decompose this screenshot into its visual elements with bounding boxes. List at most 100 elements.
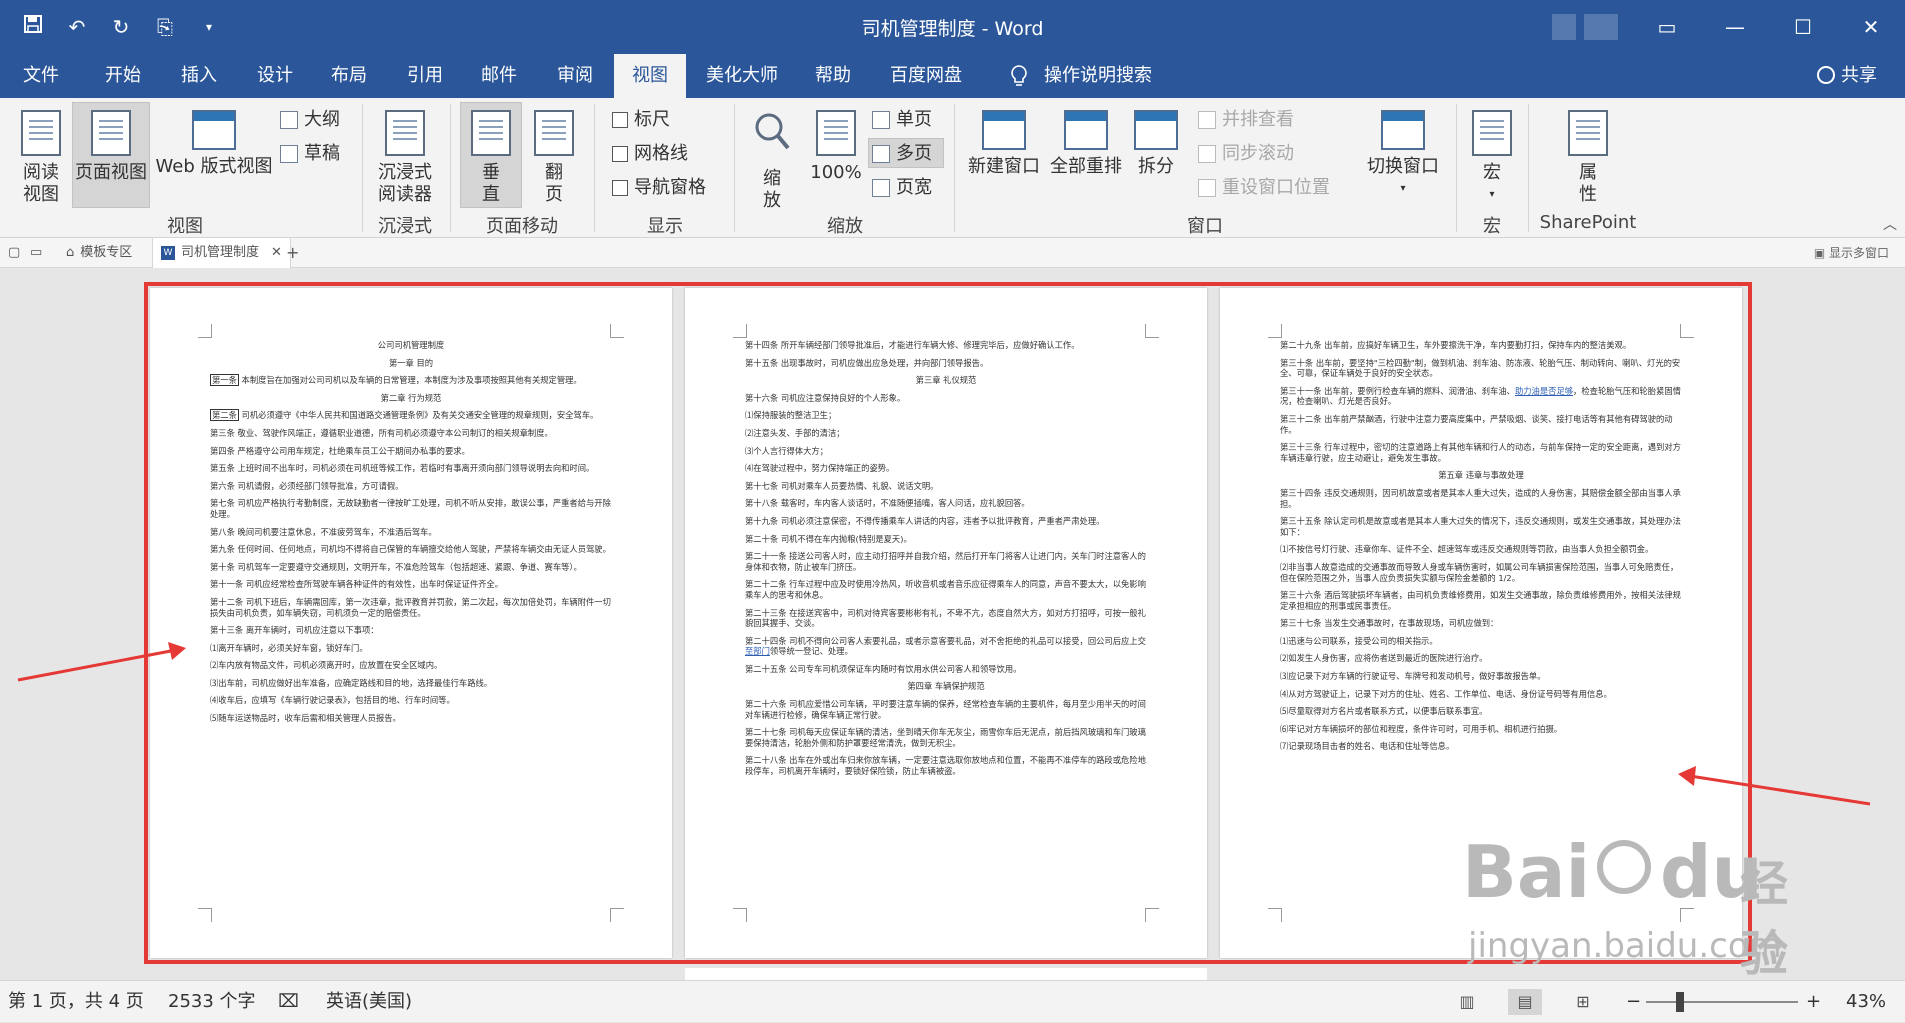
ribbon-display-options-icon[interactable]: ▭ — [1633, 0, 1701, 54]
template-zone-tab[interactable]: ⌂ 模板专区 — [66, 238, 132, 268]
gridlines-checkbox[interactable]: 网格线 — [612, 142, 688, 166]
separator — [1456, 104, 1457, 232]
page-1-text: 公司司机管理制度 第一章 目的 第一条 本制度旨在加强对公司司机以及车辆的日常管… — [210, 340, 612, 731]
one-page-icon — [872, 111, 890, 129]
account-avatar[interactable] — [1584, 14, 1618, 40]
tell-me-search[interactable]: 操作说明搜索 — [1040, 54, 1156, 98]
crop-mark — [1145, 908, 1159, 922]
side-by-side-button[interactable]: 并排查看 — [1198, 108, 1294, 132]
immersive-reader-button[interactable]: 沉浸式 阅读器 — [372, 110, 438, 206]
properties-label: 属 性 — [1579, 162, 1597, 205]
hyperlink-text[interactable]: 至部门 — [745, 646, 770, 656]
hyperlink-text[interactable]: 助力油是否足够 — [1515, 386, 1573, 396]
print-layout-button[interactable]: 页面视图 — [72, 110, 150, 184]
zoom-100-button[interactable]: 100% — [806, 110, 866, 184]
one-page-button[interactable]: 单页 — [872, 108, 932, 132]
tab-mailings[interactable]: 邮件 — [464, 54, 534, 98]
vertical-button[interactable]: 垂 直 — [460, 110, 522, 206]
collapse-ribbon-icon[interactable]: ︿ — [1883, 214, 1897, 234]
outline-button[interactable]: 大纲 — [280, 108, 340, 132]
web-layout-status-icon[interactable]: ⊞ — [1566, 989, 1600, 1015]
paragraph: 第三十七条 当发生交通事故时，在事故现场，司机应做到： — [1280, 618, 1499, 629]
reset-position-button[interactable]: 重设窗口位置 — [1198, 176, 1330, 200]
properties-button[interactable]: 属 性 — [1548, 110, 1628, 206]
tab-file[interactable]: 文件 — [12, 54, 70, 98]
ruler-checkbox[interactable]: 标尺 — [612, 108, 670, 132]
tab-view[interactable]: 视图 — [614, 54, 686, 98]
tab-baidu-netdisk[interactable]: 百度网盘 — [874, 54, 978, 98]
tab-insert[interactable]: 插入 — [164, 54, 234, 98]
account-area[interactable] — [1552, 14, 1576, 40]
zoom-button[interactable]: 缩 放 — [744, 110, 800, 212]
read-mode-status-icon[interactable]: ▥ — [1450, 989, 1484, 1015]
read-mode-button[interactable]: 阅读 视图 — [12, 110, 70, 206]
current-doc-tab[interactable]: W 司机管理制度 ✕ — [152, 238, 291, 268]
tab-help[interactable]: 帮助 — [798, 54, 868, 98]
gridlines-check-box[interactable] — [612, 146, 628, 162]
zoom-slider-track[interactable] — [1646, 1001, 1798, 1003]
paragraph: 第十八条 载客时，车内客人谈话时，不准随便插嘴，客人问话，应礼貌回答。 — [745, 498, 1030, 509]
page-indicator[interactable]: 第 1 页，共 4 页 — [8, 981, 144, 1023]
zoom-in-button[interactable]: + — [1806, 981, 1821, 1023]
tab-meihua[interactable]: 美化大师 — [694, 54, 790, 98]
ribbon-tabs: 文件 开始 插入 设计 布局 引用 邮件 审阅 视图 美化大师 帮助 百度网盘 … — [0, 54, 1905, 98]
home-icon: ⌂ — [66, 245, 75, 260]
language-indicator[interactable]: 英语(美国) — [326, 981, 412, 1023]
list-item: ⑵车内放有物品文件，司机必须离开时，应放置在安全区域内。 — [210, 660, 443, 671]
new-window-button[interactable]: 新建窗口 — [964, 110, 1044, 178]
multi-window-button[interactable]: ▣ 显示多窗口 — [1814, 238, 1889, 268]
tab-home[interactable]: 开始 — [88, 54, 158, 98]
paragraph: 第十二条 司机下班后，车辆需回库，第一次违章，批评教育并罚款，第二次起，每次加倍… — [210, 596, 611, 618]
split-button[interactable]: 拆分 — [1128, 110, 1184, 178]
proofing-icon[interactable]: ⌧ — [278, 981, 299, 1023]
separator — [954, 104, 955, 232]
close-tab-icon[interactable]: ✕ — [271, 238, 282, 268]
group-window-label: 窗口 — [1187, 216, 1223, 237]
draft-button[interactable]: 草稿 — [280, 142, 340, 166]
tab-review[interactable]: 审阅 — [540, 54, 610, 98]
share-label: 共享 — [1841, 65, 1877, 86]
zoom-out-button[interactable]: − — [1626, 981, 1641, 1023]
tab-layout[interactable]: 布局 — [314, 54, 384, 98]
print-layout-status-icon[interactable]: ▤ — [1508, 989, 1542, 1015]
list-item: ⑸随车运送物品时，收车后需和相关管理人员报告。 — [210, 713, 401, 724]
web-layout-button[interactable]: Web 版式视图 — [154, 110, 274, 178]
minimize-icon[interactable]: — — [1701, 0, 1769, 54]
folder-icon[interactable]: ▭ — [30, 238, 42, 268]
separator — [734, 104, 735, 232]
paragraph: 第十四条 所开车辆经部门领导批准后，才能进行车辆大修、修理完毕后，应做好确认工作… — [745, 340, 1080, 350]
nav-pane-check-box[interactable] — [612, 180, 628, 196]
page-width-button[interactable]: 页宽 — [872, 176, 932, 200]
sync-scroll-button[interactable]: 同步滚动 — [1198, 142, 1294, 166]
arrange-all-button[interactable]: 全部重排 — [1046, 110, 1126, 178]
switch-windows-button[interactable]: 切换窗口 ▾ — [1360, 110, 1446, 200]
word-doc-icon: W — [161, 246, 175, 260]
zoom-slider-thumb[interactable] — [1676, 992, 1684, 1012]
zoom-level[interactable]: 43% — [1846, 981, 1886, 1023]
ruler-label: 标尺 — [634, 109, 670, 130]
nav-pane-checkbox[interactable]: 导航窗格 — [612, 176, 706, 200]
immersive-reader-icon — [385, 110, 425, 156]
crop-mark — [1268, 908, 1282, 922]
tab-design[interactable]: 设计 — [240, 54, 310, 98]
paragraph: 第五条 上班时间不出车时，司机必须在司机班等候工作，若临时有事离开须向部门领导说… — [210, 463, 595, 474]
multiple-pages-button[interactable]: 多页 — [872, 142, 932, 166]
article-label: 第一条 — [210, 374, 239, 387]
maximize-icon[interactable]: ☐ — [1769, 0, 1837, 54]
paragraph: 第十五条 出现事故时，司机应做出应急处理，并向部门领导报告。 — [745, 357, 989, 368]
paragraph: 第三十三条 行车过程中，密切的注意道路上有其他车辆和行人的动态，与前车保持一定的… — [1280, 442, 1681, 463]
document-page-1[interactable]: 公司司机管理制度 第一章 目的 第一条 本制度旨在加强对公司司机以及车辆的日常管… — [150, 288, 672, 958]
macros-button[interactable]: 宏 ▾ — [1464, 110, 1520, 206]
add-tab-icon[interactable]: + — [286, 238, 299, 268]
side-by-side-label: 并排查看 — [1222, 109, 1294, 130]
list-item: ⑵非当事人故意造成的交通事故而导致人身或车辆伤害时，如属公司车辆损害保险范围，当… — [1280, 561, 1679, 583]
split-icon — [1134, 110, 1178, 150]
ruler-check-box[interactable] — [612, 112, 628, 128]
tab-references[interactable]: 引用 — [390, 54, 460, 98]
document-page-2[interactable]: 第十四条 所开车辆经部门领导批准后，才能进行车辆大修、修理完毕后，应做好确认工作… — [685, 288, 1207, 958]
new-doc-icon[interactable]: ▢ — [8, 238, 20, 268]
share-button[interactable]: 共享 — [1817, 54, 1877, 98]
word-count[interactable]: 2533 个字 — [168, 981, 256, 1023]
side-to-side-button[interactable]: 翻 页 — [524, 110, 584, 206]
close-icon[interactable]: ✕ — [1837, 0, 1905, 54]
